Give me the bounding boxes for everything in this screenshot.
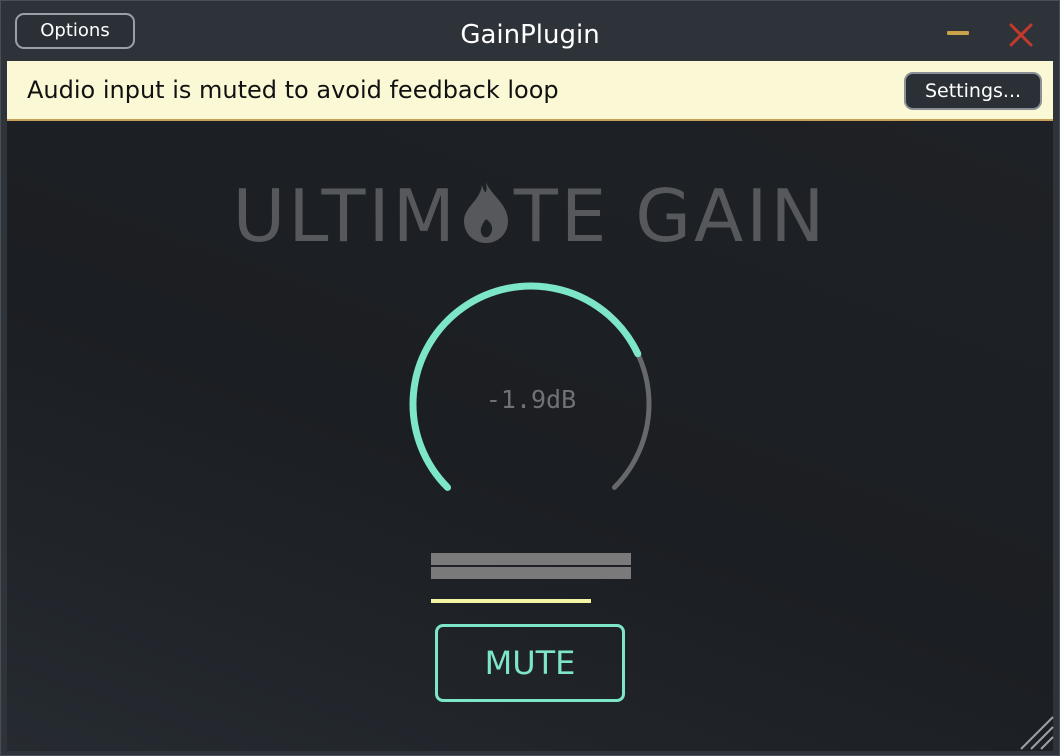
logo-text-left: ULTIM [232, 174, 458, 258]
product-logo: ULTIM TE GAIN [7, 171, 1053, 261]
meter-bar-right [431, 567, 631, 579]
minimize-icon[interactable] [947, 31, 969, 35]
options-button[interactable]: Options [15, 13, 135, 49]
gain-value-readout: -1.9dB [485, 385, 577, 414]
close-icon[interactable] [1007, 21, 1035, 49]
resize-grip-icon[interactable] [1017, 713, 1055, 751]
settings-button[interactable]: Settings... [904, 72, 1042, 110]
plugin-editor: ULTIM TE GAIN -1.9dB MUTE [7, 121, 1053, 751]
meter-bar-left [431, 553, 631, 565]
window-title: GainPlugin [460, 20, 600, 50]
plugin-window: Options GainPlugin Audio input is muted … [0, 0, 1060, 756]
flame-icon [463, 181, 508, 243]
output-level-indicator [431, 599, 591, 603]
mute-button[interactable]: MUTE [435, 624, 625, 702]
feedback-warning-banner: Audio input is muted to avoid feedback l… [7, 61, 1053, 121]
logo-text-right: TE GAIN [513, 174, 828, 258]
title-bar: Options GainPlugin [1, 1, 1059, 61]
banner-message: Audio input is muted to avoid feedback l… [27, 76, 559, 104]
